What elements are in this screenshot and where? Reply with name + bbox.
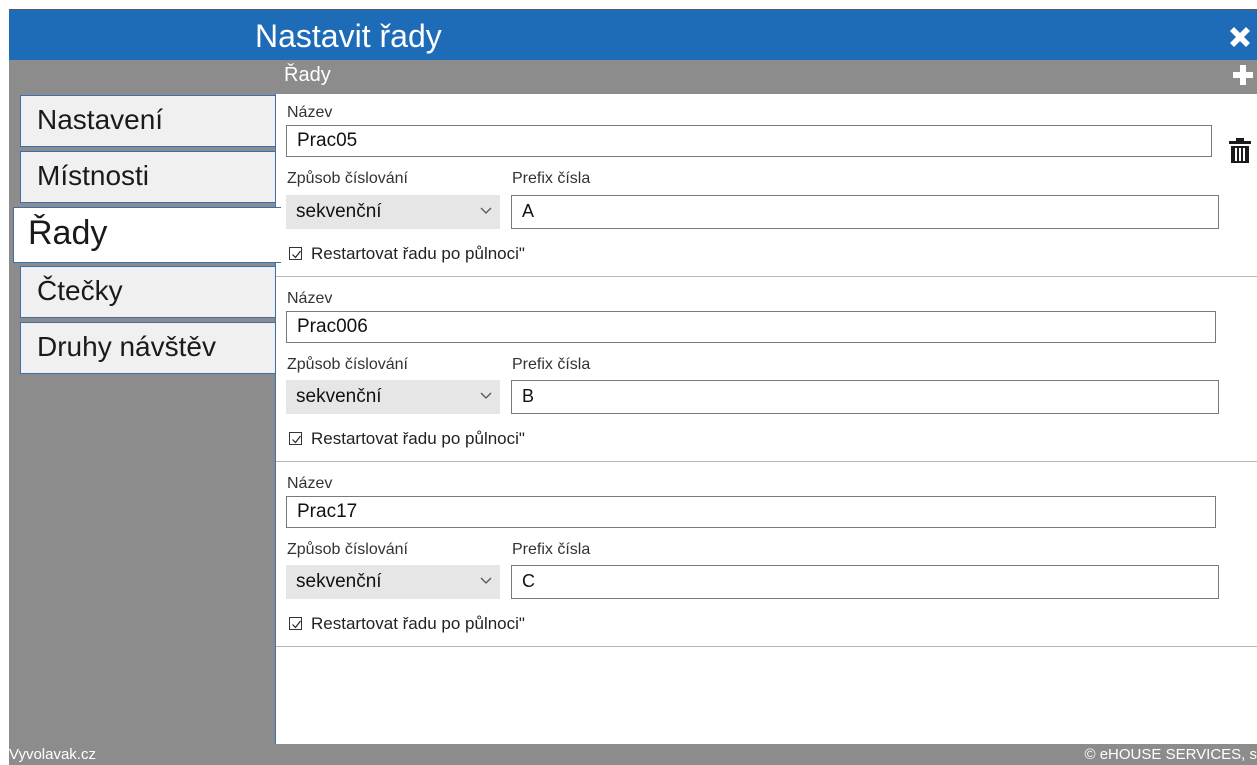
- sidebar-item-nastaveni[interactable]: Nastavení: [20, 95, 278, 147]
- restart-checkbox-label: Restartovat řadu po půlnoci": [311, 429, 525, 448]
- restart-checkbox-label: Restartovat řadu po půlnoci": [311, 244, 525, 263]
- sidebar-item-ctecky[interactable]: Čtečky: [20, 266, 278, 318]
- restart-checkbox-row[interactable]: Restartovat řadu po půlnoci": [289, 614, 525, 634]
- sidebar-item-mistnosti[interactable]: Místnosti: [20, 151, 278, 203]
- footer-site-link[interactable]: Vyvolavak.cz: [9, 744, 96, 765]
- sidebar-item-druhy-navstev[interactable]: Druhy návštěv: [20, 322, 278, 374]
- prefix-label: Prefix čísla: [512, 170, 591, 187]
- numbering-select-value: sekvenční: [296, 571, 382, 592]
- name-input[interactable]: Prac05: [286, 125, 1212, 157]
- numbering-select-value: sekvenční: [296, 201, 382, 222]
- numbering-select-value: sekvenční: [296, 386, 382, 407]
- chevron-down-icon: [480, 392, 492, 399]
- dialog-title: Nastavit řady: [255, 18, 442, 54]
- sidebar-item-rady[interactable]: Řady: [13, 207, 281, 263]
- prefix-label: Prefix čísla: [512, 541, 591, 558]
- chevron-down-icon: [480, 207, 492, 214]
- name-input[interactable]: Prac17: [286, 496, 1216, 528]
- trash-icon[interactable]: [1228, 138, 1252, 164]
- prefix-label: Prefix čísla: [512, 356, 591, 373]
- window-edge: [0, 0, 9, 765]
- footer-bar: Vyvolavak.cz © eHOUSE SERVICES, s: [9, 744, 1257, 765]
- restart-checkbox-row[interactable]: Restartovat řadu po půlnoci": [289, 429, 525, 449]
- row-divider: [276, 646, 1257, 647]
- name-input[interactable]: Prac006: [286, 311, 1216, 343]
- restart-checkbox-label: Restartovat řadu po půlnoci": [311, 614, 525, 633]
- numbering-label: Způsob číslování: [287, 541, 408, 558]
- numbering-select[interactable]: sekvenční: [286, 565, 500, 599]
- numbering-label: Způsob číslování: [287, 170, 408, 187]
- restart-checkbox[interactable]: [289, 617, 302, 630]
- section-title: Řady: [284, 64, 331, 86]
- prefix-input[interactable]: A: [511, 195, 1219, 229]
- title-bar: Nastavit řady: [9, 10, 1257, 60]
- restart-checkbox-row[interactable]: Restartovat řadu po půlnoci": [289, 244, 525, 264]
- prefix-input[interactable]: B: [511, 380, 1219, 414]
- name-label: Název: [287, 290, 333, 307]
- footer-copyright: © eHOUSE SERVICES, s: [1084, 746, 1257, 763]
- numbering-select[interactable]: sekvenční: [286, 195, 500, 229]
- chevron-down-icon: [480, 577, 492, 584]
- rows-panel: Název Prac05 Způsob číslování Prefix čís…: [275, 94, 1257, 744]
- numbering-select[interactable]: sekvenční: [286, 380, 500, 414]
- row-divider: [276, 461, 1257, 462]
- row-divider: [276, 276, 1257, 277]
- numbering-label: Způsob číslování: [287, 356, 408, 373]
- close-icon[interactable]: [1225, 22, 1255, 52]
- restart-checkbox[interactable]: [289, 432, 302, 445]
- prefix-input[interactable]: C: [511, 565, 1219, 599]
- plus-icon[interactable]: [1231, 63, 1255, 87]
- name-label: Název: [287, 475, 333, 492]
- name-label: Název: [287, 104, 333, 121]
- restart-checkbox[interactable]: [289, 247, 302, 260]
